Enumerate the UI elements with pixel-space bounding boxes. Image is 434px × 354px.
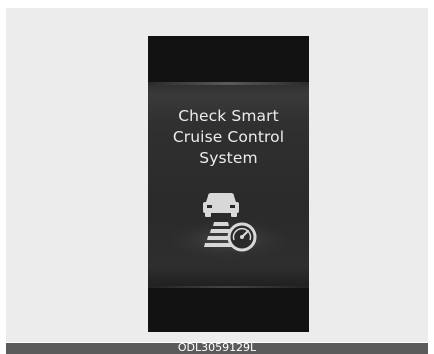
cluster-display: Check Smart Cruise Control System (148, 36, 309, 332)
figure-code: ODL3059129L (177, 341, 257, 354)
warning-message: Check Smart Cruise Control System (172, 107, 285, 167)
smart-cruise-control-warning-icon (203, 193, 257, 252)
illustration-panel: Check Smart Cruise Control System (6, 8, 428, 342)
figure-caption-bar: ODL3059129L (6, 341, 428, 354)
